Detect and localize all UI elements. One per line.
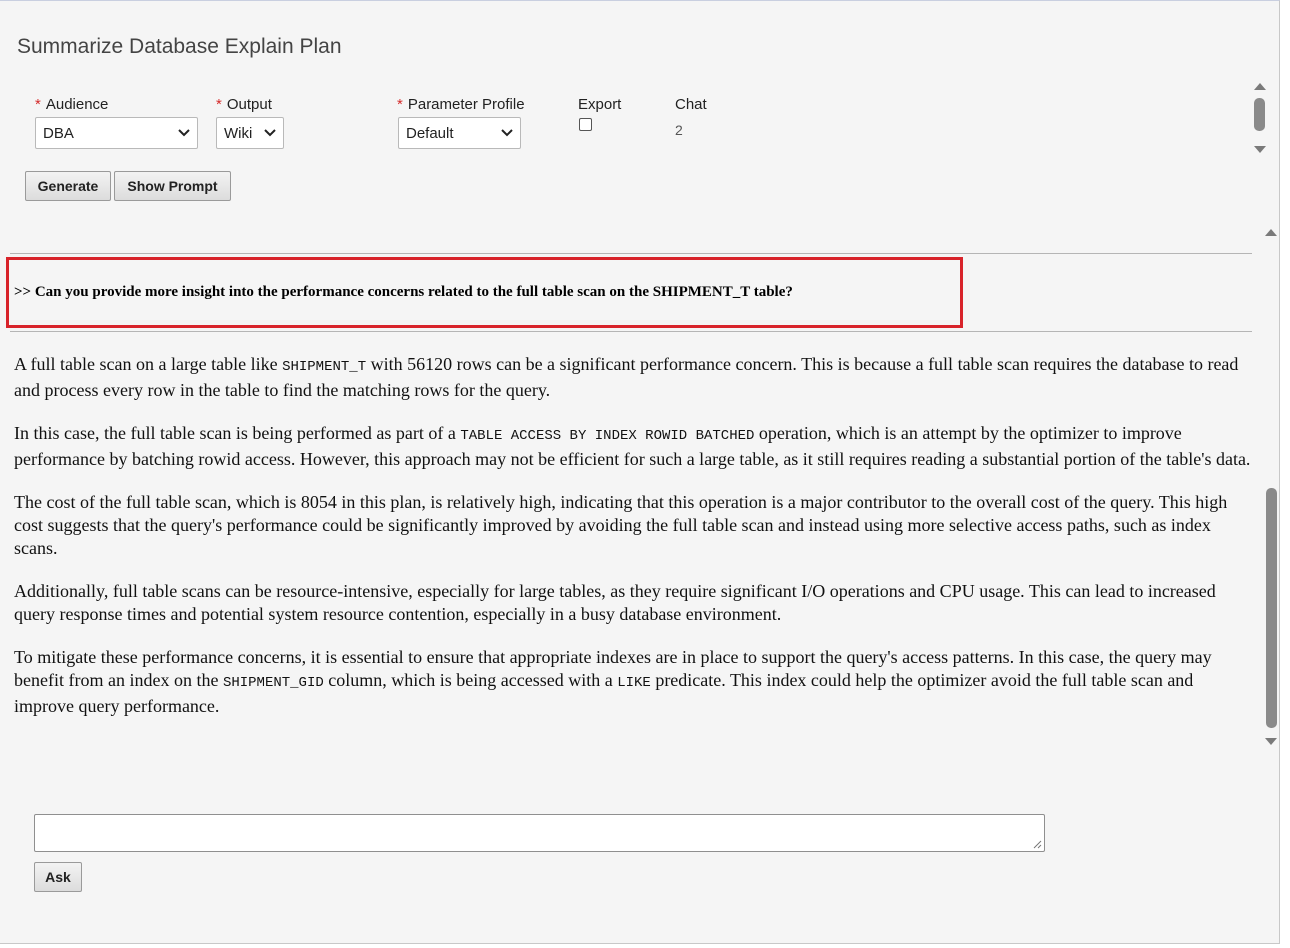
chevron-down-icon: [264, 129, 276, 137]
scroll-up-arrow-icon[interactable]: [1264, 227, 1278, 237]
parameter-profile-label: * Parameter Profile: [397, 96, 525, 113]
output-label: * Output: [216, 96, 272, 113]
output-select[interactable]: Wiki: [216, 117, 284, 149]
resize-grip-icon[interactable]: [1033, 840, 1042, 849]
chat-label: Chat: [675, 96, 707, 113]
scroll-down-arrow-icon[interactable]: [1264, 737, 1278, 747]
app-frame: Summarize Database Explain Plan * Audienc…: [0, 0, 1280, 944]
audience-select[interactable]: DBA: [35, 117, 198, 149]
answer-paragraph: A full table scan on a large table like …: [14, 354, 1239, 400]
chevron-down-icon: [178, 129, 190, 137]
answer-paragraph: To mitigate these performance concerns, …: [14, 647, 1212, 716]
generate-button[interactable]: Generate: [25, 171, 111, 201]
answer-paragraph: The cost of the full table scan, which i…: [14, 492, 1228, 558]
output-select-value: Wiki: [224, 125, 253, 142]
inline-code: LIKE: [617, 675, 651, 691]
scroll-down-arrow-icon[interactable]: [1253, 145, 1267, 155]
answer-paragraph: In this case, the full table scan is bei…: [14, 423, 1251, 469]
audience-select-value: DBA: [43, 125, 74, 142]
required-marker: *: [35, 96, 41, 113]
page-title: Summarize Database Explain Plan: [17, 35, 342, 58]
chevron-down-icon: [501, 129, 513, 137]
required-marker: *: [216, 96, 222, 113]
chat-answer: A full table scan on a large table like …: [14, 353, 1252, 738]
scrollbar-thumb[interactable]: [1266, 488, 1277, 728]
export-checkbox[interactable]: [579, 118, 592, 131]
chat-value: 2: [675, 122, 683, 138]
audience-label: * Audience: [35, 96, 109, 113]
divider: [10, 253, 1252, 254]
inline-code: SHIPMENT_GID: [222, 675, 324, 691]
parameter-profile-select-value: Default: [406, 125, 454, 142]
chat-question: >> Can you provide more insight into the…: [14, 284, 793, 300]
answer-paragraph: Additionally, full table scans can be re…: [14, 581, 1216, 624]
parameter-profile-select[interactable]: Default: [398, 117, 521, 149]
required-marker: *: [397, 96, 403, 113]
divider: [10, 331, 1252, 332]
ask-input[interactable]: [34, 814, 1045, 852]
show-prompt-button[interactable]: Show Prompt: [114, 171, 231, 201]
scrollbar-thumb[interactable]: [1254, 98, 1265, 131]
ask-button[interactable]: Ask: [34, 862, 82, 892]
export-label: Export: [578, 96, 622, 113]
scroll-up-arrow-icon[interactable]: [1253, 81, 1267, 91]
inline-code: SHIPMENT_T: [282, 359, 367, 375]
inline-code: TABLE ACCESS BY INDEX ROWID BATCHED: [460, 428, 755, 444]
